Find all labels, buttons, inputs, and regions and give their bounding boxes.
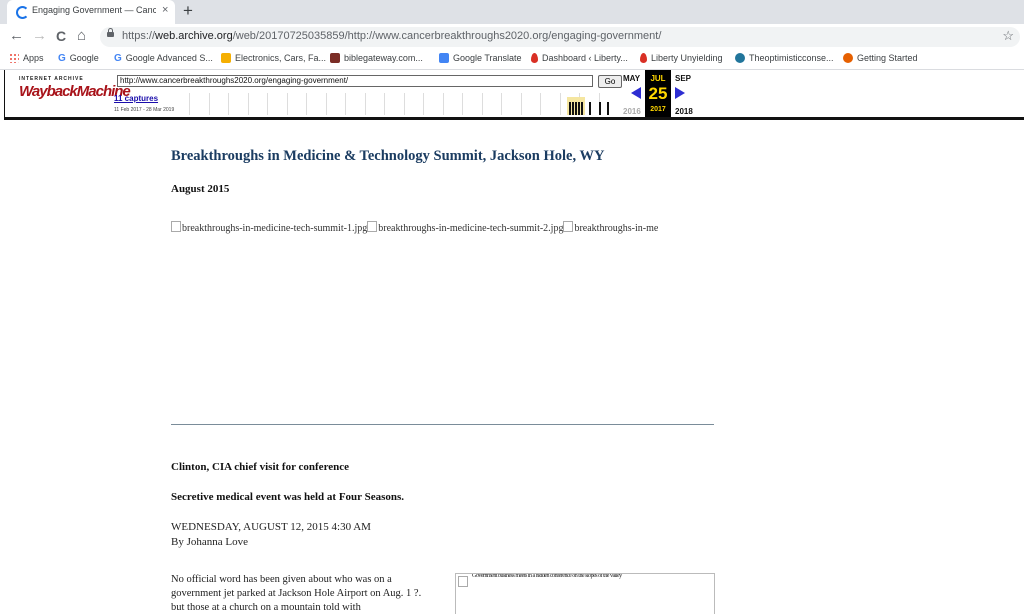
- loading-icon: [16, 6, 29, 19]
- sparkline-gridline: [267, 93, 268, 115]
- sparkline-gridline: [306, 93, 307, 115]
- browser-toolbar: ← → C ⌂ https://web.archive.org/web/2017…: [0, 24, 1024, 50]
- news-headline: Clinton, CIA chief visit for conference: [171, 461, 350, 473]
- new-tab-button[interactable]: +: [183, 1, 193, 21]
- news-figure: Government business meets in a hidden co…: [455, 573, 715, 614]
- google-icon: G: [114, 53, 122, 64]
- wordpress-icon: [735, 53, 745, 63]
- apps-grid-icon: [9, 53, 19, 63]
- wayback-url-input[interactable]: http://www.cancerbreakthroughs2020.org/e…: [117, 75, 593, 87]
- ebay-icon: [221, 53, 231, 63]
- translate-icon: [439, 53, 449, 63]
- home-button[interactable]: ⌂: [77, 27, 86, 45]
- sparkline-gridline: [559, 93, 561, 115]
- article-title: Breakthroughs in Medicine & Technology S…: [171, 148, 605, 164]
- capture-tick[interactable]: [578, 102, 580, 115]
- sparkline-gridline: [247, 93, 249, 115]
- broken-image-icon: [563, 221, 574, 232]
- sparkline-gridline: [189, 93, 190, 115]
- sparkline-gridline: [286, 93, 288, 115]
- sparkline-gridline: [325, 93, 327, 115]
- captures-link[interactable]: 11 captures: [114, 94, 158, 103]
- bookmark-getting-started[interactable]: Getting Started: [843, 53, 918, 63]
- sparkline-gridline: [384, 93, 385, 115]
- bookmark-theoptimisticconse[interactable]: Theoptimisticconse...: [735, 53, 834, 63]
- captures-range: 11 Feb 2017 - 28 Mar 2019: [114, 107, 175, 113]
- broken-image: breakthroughs-in-medicine-tech-summit-1.…: [171, 221, 367, 234]
- back-button[interactable]: ←: [9, 27, 24, 45]
- sparkline-gridline: [442, 93, 444, 115]
- sparkline-gridline: [540, 93, 541, 115]
- capture-tick[interactable]: [599, 102, 601, 115]
- wayback-logo[interactable]: INTERNET ARCHIVE WaybackMachine: [19, 76, 131, 108]
- flame-icon: [640, 53, 647, 63]
- broken-image-icon: [367, 221, 378, 232]
- wayback-go-button[interactable]: Go: [598, 75, 622, 88]
- capture-tick[interactable]: [581, 102, 583, 115]
- article-date: August 2015: [171, 183, 230, 195]
- tab-title: Engaging Government — Cancer: [32, 5, 156, 15]
- bookmark-biblegateway[interactable]: biblegateway.com...: [330, 53, 423, 63]
- bookmark-google[interactable]: G Google: [58, 53, 99, 64]
- wayback-toolbar: INTERNET ARCHIVE WaybackMachine http://w…: [4, 70, 1024, 120]
- sparkline-gridline: [481, 93, 483, 115]
- news-byline: By Johanna Love: [171, 536, 248, 548]
- tab-active[interactable]: Engaging Government — Cancer ×: [7, 0, 175, 24]
- sparkline-gridline: [208, 93, 210, 115]
- close-tab-icon[interactable]: ×: [162, 4, 168, 16]
- next-month-label[interactable]: SEP: [675, 74, 691, 83]
- prev-capture-arrow-icon[interactable]: [631, 87, 641, 99]
- bookmark-apps[interactable]: Apps: [9, 53, 44, 63]
- news-paragraph: No official word has been given about wh…: [171, 574, 422, 613]
- broken-image: breakthroughs-in-medicine-tech-summit-2.…: [367, 221, 563, 234]
- tab-strip: Engaging Government — Cancer × +: [0, 0, 1024, 24]
- bookmarks-bar: Apps G Google G Google Advanced S... Elect…: [0, 50, 1024, 70]
- prev-month-label[interactable]: MAY: [623, 74, 640, 83]
- capture-tick[interactable]: [607, 102, 609, 115]
- current-capture-date: JUL 25 2017: [645, 70, 671, 117]
- bookmark-ebay[interactable]: Electronics, Cars, Fa...: [221, 53, 326, 63]
- bookmark-liberty-unyielding[interactable]: Liberty Unyielding: [640, 53, 723, 63]
- sparkline-gridline: [462, 93, 463, 115]
- sparkline-gridline: [345, 93, 346, 115]
- capture-tick[interactable]: [572, 102, 574, 115]
- bookmark-star-icon[interactable]: ☆: [1002, 28, 1014, 44]
- prev-year-label[interactable]: 2016: [623, 107, 641, 116]
- news-subheadline: Secretive medical event was held at Four…: [171, 491, 405, 503]
- google-icon: G: [58, 53, 66, 64]
- bookmark-google-translate[interactable]: Google Translate: [439, 53, 522, 63]
- flame-icon: [531, 53, 538, 63]
- firefox-icon: [843, 53, 853, 63]
- bookmark-dashboard[interactable]: Dashboard ‹ Liberty...: [531, 53, 628, 63]
- figure-caption: Government business meets in a hidden co…: [472, 574, 622, 579]
- address-url[interactable]: https://web.archive.org/web/201707250358…: [122, 30, 661, 42]
- broken-image: breakthroughs-in-me: [563, 221, 658, 234]
- image-row: breakthroughs-in-medicine-tech-summit-1.…: [171, 221, 714, 235]
- sparkline-gridline: [403, 93, 405, 115]
- sparkline-gridline: [423, 93, 424, 115]
- capture-tick[interactable]: [589, 102, 591, 115]
- address-bar[interactable]: https://web.archive.org/web/201707250358…: [100, 27, 1020, 47]
- news-dateline: WEDNESDAY, AUGUST 12, 2015 4:30 AM: [171, 521, 371, 533]
- sparkline-gridline: [501, 93, 502, 115]
- next-capture-arrow-icon[interactable]: [675, 87, 685, 99]
- capture-tick[interactable]: [569, 102, 571, 115]
- capture-tick[interactable]: [575, 102, 577, 115]
- broken-image-icon: [171, 221, 181, 232]
- sparkline-gridline: [228, 93, 229, 115]
- capture-sparkline[interactable]: [189, 93, 617, 115]
- lock-icon: [107, 28, 114, 37]
- bible-icon: [330, 53, 340, 63]
- sparkline-gridline: [520, 93, 522, 115]
- reload-button[interactable]: C: [56, 27, 66, 45]
- forward-button[interactable]: →: [32, 27, 47, 45]
- sparkline-gridline: [364, 93, 366, 115]
- next-year-label[interactable]: 2018: [675, 107, 693, 116]
- divider: [171, 424, 714, 425]
- bookmark-google-advanced[interactable]: G Google Advanced S...: [114, 53, 213, 64]
- broken-image-icon: [458, 576, 468, 587]
